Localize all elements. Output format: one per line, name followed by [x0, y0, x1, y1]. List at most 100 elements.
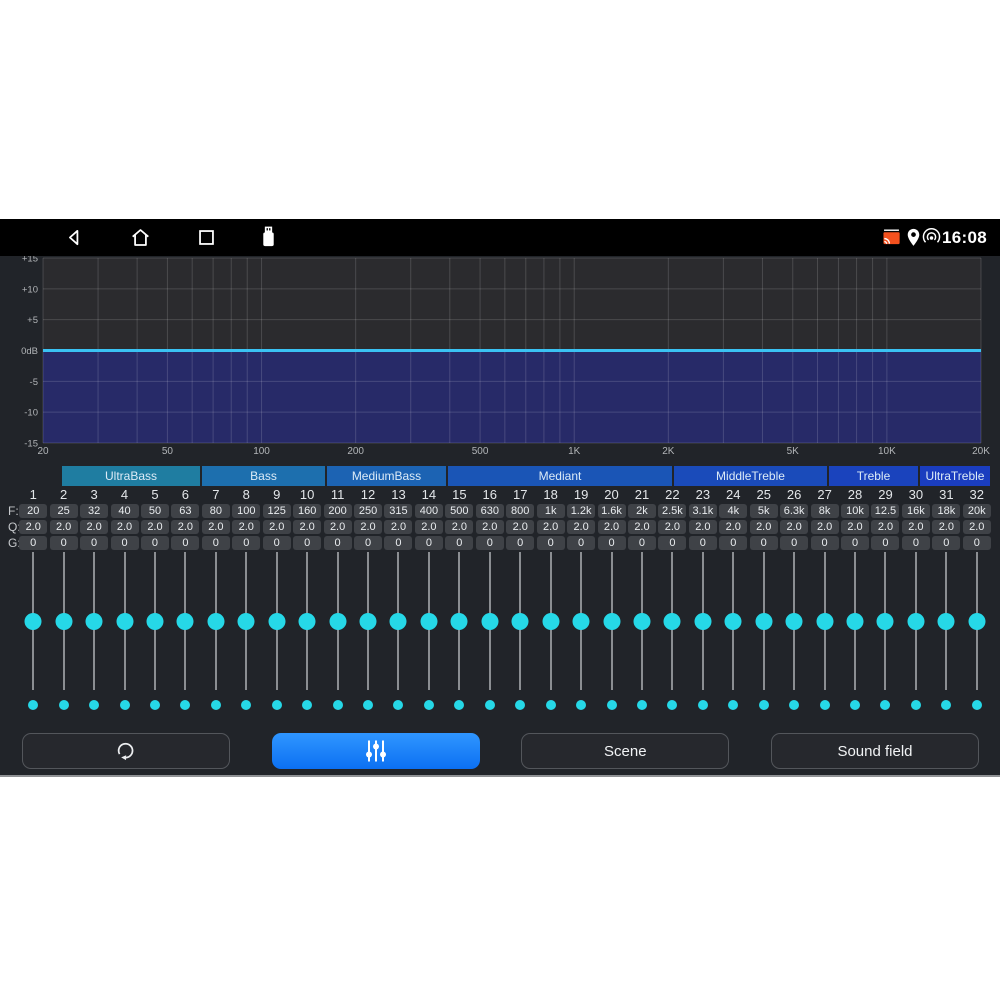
slider-knob[interactable]	[420, 613, 437, 630]
band-slider[interactable]	[688, 552, 718, 690]
band-number: 6	[170, 487, 200, 503]
band-group-bass[interactable]: Bass	[202, 466, 325, 486]
slider-dot-cell	[596, 700, 626, 711]
band-group-middletreble[interactable]: MiddleTreble	[674, 466, 827, 486]
q-factor-chip: 2.0	[719, 520, 747, 534]
band-slider[interactable]	[627, 552, 657, 690]
band-slider[interactable]	[809, 552, 839, 690]
slider-knob[interactable]	[238, 613, 255, 630]
band-slider[interactable]	[535, 552, 565, 690]
slider-dot-cell	[414, 700, 444, 711]
usb-device-button[interactable]	[256, 224, 281, 249]
band-group-ultratreble[interactable]: UltraTreble	[920, 466, 990, 486]
band-group-ultrabass[interactable]: UltraBass	[62, 466, 200, 486]
slider-knob[interactable]	[755, 613, 772, 630]
band-slider[interactable]	[383, 552, 413, 690]
y-tick-label: -5	[30, 377, 38, 388]
slider-knob[interactable]	[847, 613, 864, 630]
slider-knob[interactable]	[25, 613, 42, 630]
band-slider[interactable]	[170, 552, 200, 690]
slider-dot	[363, 700, 373, 710]
band-slider[interactable]	[566, 552, 596, 690]
band-slider[interactable]	[262, 552, 292, 690]
q-factor-chip: 2.0	[658, 520, 686, 534]
slider-dot	[272, 700, 282, 710]
q-factor-chip: 2.0	[415, 520, 443, 534]
slider-knob[interactable]	[907, 613, 924, 630]
slider-knob[interactable]	[86, 613, 103, 630]
slider-knob[interactable]	[664, 613, 681, 630]
slider-knob[interactable]	[633, 613, 650, 630]
band-slider[interactable]	[201, 552, 231, 690]
slider-knob[interactable]	[451, 613, 468, 630]
band-slider[interactable]	[414, 552, 444, 690]
band-slider[interactable]	[231, 552, 261, 690]
back-button[interactable]	[62, 225, 87, 250]
slider-dot-cell	[170, 700, 200, 711]
band-slider[interactable]	[779, 552, 809, 690]
back-icon	[62, 225, 87, 250]
slider-knob[interactable]	[177, 613, 194, 630]
slider-knob[interactable]	[55, 613, 72, 630]
band-slider[interactable]	[79, 552, 109, 690]
band-slider[interactable]	[901, 552, 931, 690]
band-slider[interactable]	[475, 552, 505, 690]
slider-knob[interactable]	[786, 613, 803, 630]
band-slider[interactable]	[353, 552, 383, 690]
equalizer-icon	[359, 738, 393, 764]
slider-knob[interactable]	[816, 613, 833, 630]
slider-knob[interactable]	[877, 613, 894, 630]
slider-dot-cell	[901, 700, 931, 711]
band-slider[interactable]	[657, 552, 687, 690]
screen-cast-indicator[interactable]	[881, 227, 902, 248]
band-slider[interactable]	[505, 552, 535, 690]
slider-knob[interactable]	[207, 613, 224, 630]
gain-chip: 0	[506, 536, 534, 550]
slider-knob[interactable]	[116, 613, 133, 630]
band-slider[interactable]	[931, 552, 961, 690]
slider-knob[interactable]	[968, 613, 985, 630]
slider-knob[interactable]	[938, 613, 955, 630]
slider-dot	[515, 700, 525, 710]
reset-button[interactable]	[22, 733, 230, 769]
equalizer-button[interactable]	[272, 733, 480, 769]
scene-button[interactable]: Scene	[521, 733, 729, 769]
slider-knob[interactable]	[329, 613, 346, 630]
band-slider[interactable]	[870, 552, 900, 690]
sound-field-button[interactable]: Sound field	[771, 733, 979, 769]
slider-knob[interactable]	[268, 613, 285, 630]
band-group-mediant[interactable]: Mediant	[448, 466, 672, 486]
band-slider[interactable]	[596, 552, 626, 690]
slider-knob[interactable]	[573, 613, 590, 630]
recents-button[interactable]	[194, 225, 219, 250]
slider-knob[interactable]	[481, 613, 498, 630]
slider-knob[interactable]	[512, 613, 529, 630]
slider-knob[interactable]	[694, 613, 711, 630]
band-slider[interactable]	[48, 552, 78, 690]
slider-knob[interactable]	[725, 613, 742, 630]
slider-knob[interactable]	[146, 613, 163, 630]
band-number: 30	[901, 487, 931, 503]
band-slider[interactable]	[962, 552, 992, 690]
slider-knob[interactable]	[360, 613, 377, 630]
slider-knob[interactable]	[390, 613, 407, 630]
home-button[interactable]	[128, 225, 153, 250]
band-slider[interactable]	[840, 552, 870, 690]
slider-knob[interactable]	[542, 613, 559, 630]
band-slider[interactable]	[140, 552, 170, 690]
band-slider[interactable]	[322, 552, 352, 690]
band-slider[interactable]	[718, 552, 748, 690]
q-factor-chip: 2.0	[750, 520, 778, 534]
band-group-treble[interactable]: Treble	[829, 466, 918, 486]
hotspot-indicator[interactable]	[921, 227, 942, 248]
slider-knob[interactable]	[603, 613, 620, 630]
band-slider[interactable]	[18, 552, 48, 690]
band-slider[interactable]	[292, 552, 322, 690]
band-slider[interactable]	[749, 552, 779, 690]
band-group-mediumbass[interactable]: MediumBass	[327, 466, 446, 486]
band-number: 31	[931, 487, 961, 503]
slider-dot	[302, 700, 312, 710]
band-slider[interactable]	[444, 552, 474, 690]
band-slider[interactable]	[109, 552, 139, 690]
slider-knob[interactable]	[299, 613, 316, 630]
